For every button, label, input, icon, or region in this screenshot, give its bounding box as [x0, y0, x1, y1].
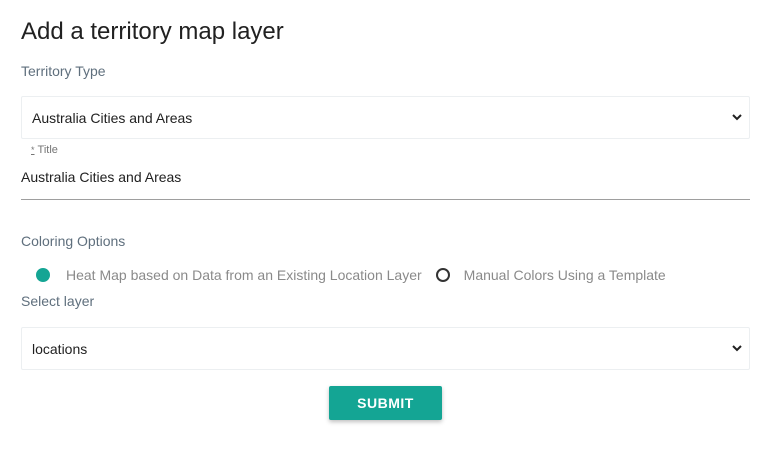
page-title: Add a territory map layer	[21, 18, 284, 45]
chevron-down-icon	[732, 345, 742, 352]
title-label-text: Title	[37, 144, 58, 156]
title-input[interactable]: Australia Cities and Areas	[21, 169, 181, 185]
required-mark: *	[31, 145, 35, 155]
title-field[interactable]: * Title Australia Cities and Areas	[21, 142, 750, 200]
coloring-options-label: Coloring Options	[21, 233, 126, 249]
territory-type-label: Territory Type	[21, 63, 106, 79]
layer-select[interactable]: locations	[21, 327, 750, 370]
select-layer-label: Select layer	[21, 293, 95, 309]
submit-button[interactable]: SUBMIT	[329, 386, 442, 420]
coloring-options-group: Heat Map based on Data from an Existing …	[36, 265, 666, 285]
radio-heat-map[interactable]: Heat Map based on Data from an Existing …	[36, 267, 422, 283]
layer-select-value: locations	[32, 341, 88, 357]
radio-manual-colors-label: Manual Colors Using a Template	[463, 267, 666, 283]
title-field-label: * Title	[31, 144, 58, 156]
radio-checked-icon[interactable]	[36, 268, 50, 282]
radio-unchecked-icon[interactable]	[435, 268, 450, 282]
territory-type-select[interactable]: Australia Cities and Areas	[21, 96, 750, 139]
territory-type-value: Australia Cities and Areas	[32, 110, 193, 126]
chevron-down-icon	[732, 114, 742, 121]
radio-manual-colors[interactable]: Manual Colors Using a Template	[422, 267, 666, 283]
radio-heat-map-label: Heat Map based on Data from an Existing …	[66, 267, 422, 283]
